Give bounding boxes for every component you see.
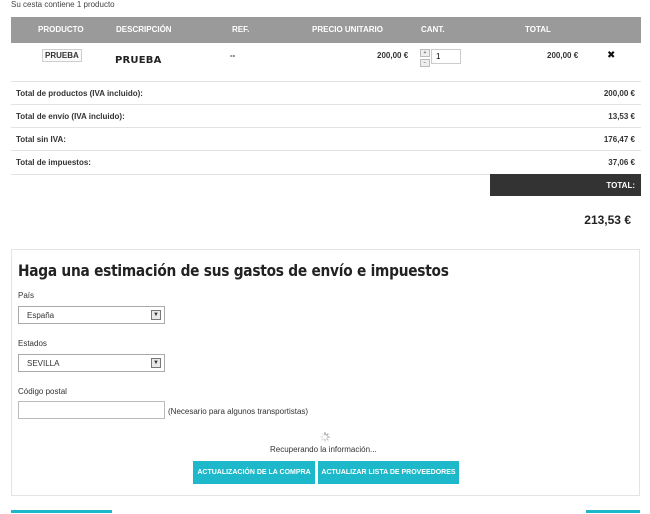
col-ref: REF. <box>232 25 250 34</box>
product-ref: -- <box>230 51 236 60</box>
unit-price: 200,00 € <box>377 51 409 60</box>
total-products-label: Total de productos (IVA incluido): <box>16 89 143 98</box>
total-shipping-value: 13,53 € <box>608 112 635 121</box>
col-description: DESCRIPCIÓN <box>116 25 172 34</box>
zip-input[interactable] <box>18 401 165 419</box>
minus-icon[interactable]: − <box>420 59 430 67</box>
chevron-down-icon: ▼ <box>151 358 161 368</box>
shipping-estimate-panel: Haga una estimación de sus gastos de env… <box>11 249 640 496</box>
zip-label: Código postal <box>18 387 67 396</box>
estimate-title: Haga una estimación de sus gastos de env… <box>18 261 449 280</box>
zip-note: (Necesario para algunos transportistas) <box>168 407 309 416</box>
country-select[interactable]: España ▼ <box>18 306 165 324</box>
total-shipping-label: Total de envío (IVA incluido): <box>16 112 125 121</box>
state-label: Estados <box>18 339 47 348</box>
close-icon[interactable]: ✖ <box>607 50 615 61</box>
state-select[interactable]: SEVILLA ▼ <box>18 354 165 372</box>
quantity-input[interactable] <box>431 49 461 64</box>
cart-summary: Su cesta contiene 1 producto <box>11 0 115 9</box>
product-name[interactable]: PRUEBA <box>115 55 162 66</box>
col-unit-price: PRECIO UNITARIO <box>312 25 383 34</box>
plus-icon[interactable]: + <box>420 49 430 57</box>
col-qty: CANT. <box>421 25 445 34</box>
product-thumbnail[interactable]: PRUEBA <box>42 49 82 62</box>
col-product: PRODUCTO <box>38 25 84 34</box>
grand-total: 213,53 € <box>584 213 631 227</box>
total-shipping-row: Total de envío (IVA incluido): 13,53 € <box>11 104 641 128</box>
bottom-accent-right <box>586 510 640 513</box>
col-total: TOTAL <box>525 25 551 34</box>
cart-table-header: PRODUCTO DESCRIPCIÓN REF. PRECIO UNITARI… <box>11 17 641 43</box>
total-tax-value: 37,06 € <box>608 158 635 167</box>
total-products-row: Total de productos (IVA incluido): 200,0… <box>11 81 641 105</box>
total-without-tax-value: 176,47 € <box>603 135 635 144</box>
country-value: España <box>27 311 55 320</box>
line-total: 200,00 € <box>547 51 579 60</box>
total-tax-label: Total de impuestos: <box>16 158 91 167</box>
country-label: País <box>18 291 35 300</box>
total-without-tax-label: Total sin IVA: <box>16 135 66 144</box>
total-products-value: 200,00 € <box>603 89 635 98</box>
loading-spinner-icon <box>320 432 330 442</box>
chevron-down-icon: ▼ <box>151 310 161 320</box>
cart-item-row: PRUEBA PRUEBA -- 200,00 € + − 200,00 € ✖ <box>11 43 641 81</box>
total-without-tax-row: Total sin IVA: 176,47 € <box>11 127 641 151</box>
total-label: TOTAL: <box>606 181 635 190</box>
update-cart-button[interactable]: ACTUALIZACIÓN DE LA COMPRA <box>193 461 315 484</box>
loading-text: Recuperando la información... <box>270 445 377 454</box>
total-bar: TOTAL: <box>490 174 641 196</box>
update-carriers-button[interactable]: ACTUALIZAR LISTA DE PROVEEDORES <box>318 461 459 484</box>
state-value: SEVILLA <box>27 359 60 368</box>
bottom-accent-left <box>11 510 112 513</box>
total-tax-row: Total de impuestos: 37,06 € <box>11 150 641 175</box>
